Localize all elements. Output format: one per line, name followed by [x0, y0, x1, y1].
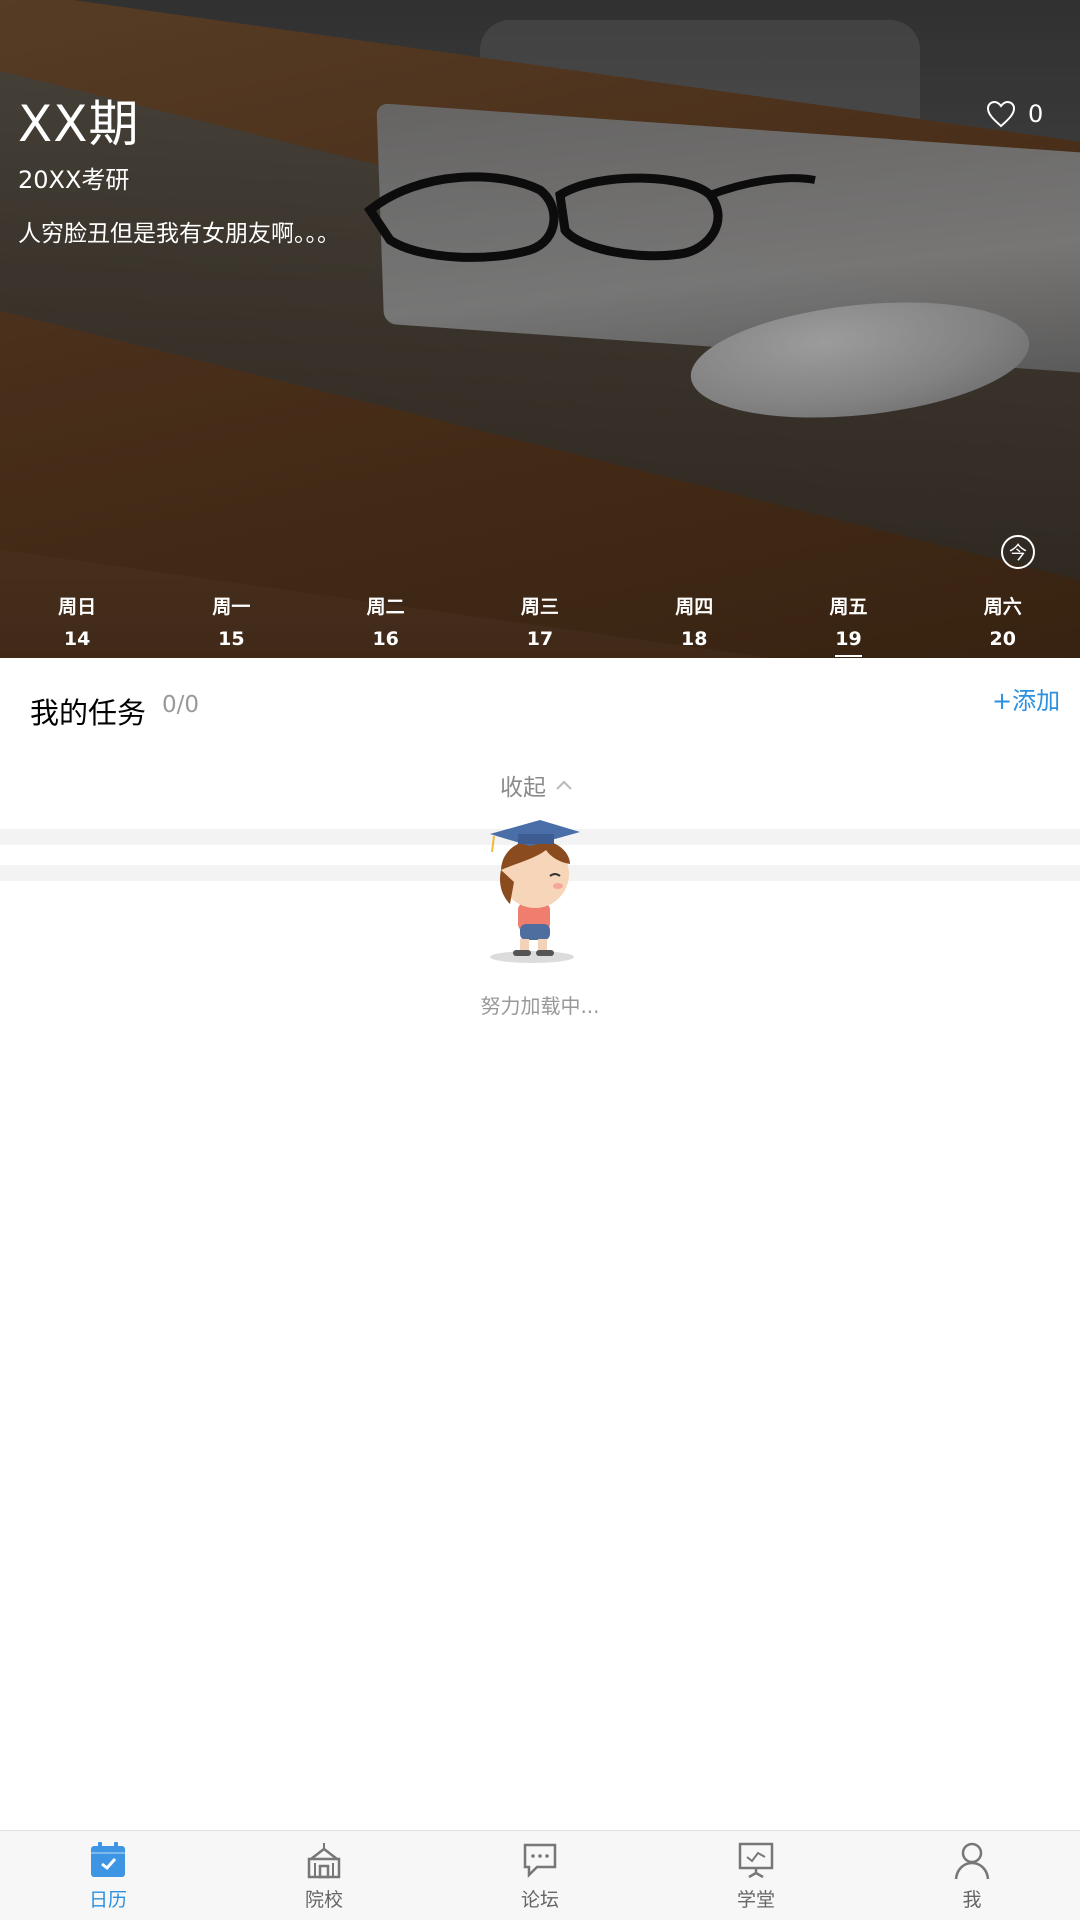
school-icon: [307, 1843, 341, 1879]
header-overlay: [0, 0, 1080, 658]
day-sat[interactable]: 周六 20: [926, 590, 1080, 658]
nav-school[interactable]: 院校: [216, 1831, 432, 1920]
day-tue[interactable]: 周二 16: [309, 590, 463, 658]
nav-calendar[interactable]: 日历: [0, 1831, 216, 1920]
motto-text: 人穷脸丑但是我有女朋友啊。。。: [18, 221, 340, 247]
heart-icon: [986, 100, 1016, 128]
collapse-button[interactable]: 收起: [500, 768, 574, 802]
course-title: XX期: [18, 95, 140, 153]
tasks-panel: 我的任务 0/0 +添加 收起: [0, 668, 1080, 828]
course-subtitle: 20XX考研: [18, 166, 130, 194]
today-button[interactable]: 今: [1001, 535, 1035, 569]
nav-school-label: 院校: [304, 1889, 343, 1911]
loading-text: 努力加载中...: [480, 994, 600, 1018]
day-wed[interactable]: 周三 17: [463, 590, 617, 658]
forum-icon: [523, 1843, 557, 1879]
chevron-up-icon: [556, 780, 572, 790]
day-mon[interactable]: 周一 15: [154, 590, 308, 658]
nav-calendar-label: 日历: [88, 1889, 127, 1911]
week-strip: 周日 14 周一 15 周二 16 周三 17 周四 18 周五 19 周六 2…: [0, 590, 1080, 658]
nav-profile[interactable]: 我: [864, 1831, 1080, 1920]
loading-mascot-icon: [490, 820, 580, 963]
tasks-title: 我的任务: [30, 696, 147, 730]
add-task-button[interactable]: +添加: [992, 681, 1060, 716]
nav-classroom-label: 学堂: [736, 1889, 775, 1911]
day-sun[interactable]: 周日 14: [0, 590, 154, 658]
nav-classroom[interactable]: 学堂: [648, 1831, 864, 1920]
collapse-label: 收起: [500, 775, 546, 801]
bottom-nav: 日历 院校 论坛 学堂 我: [0, 1830, 1080, 1920]
calendar-icon: [91, 1842, 125, 1877]
nav-forum-label: 论坛: [520, 1889, 559, 1911]
nav-profile-label: 我: [962, 1889, 982, 1911]
classroom-icon: [738, 1842, 774, 1879]
day-fri[interactable]: 周五 19: [771, 590, 925, 658]
profile-icon: [954, 1842, 990, 1880]
like-button[interactable]: 0: [986, 100, 1043, 128]
like-count: 0: [1028, 100, 1044, 128]
day-thu[interactable]: 周四 18: [617, 590, 771, 658]
nav-forum[interactable]: 论坛: [432, 1831, 648, 1920]
tasks-count: 0/0: [162, 692, 200, 718]
header-banner: XX期 20XX考研 人穷脸丑但是我有女朋友啊。。。 0 今 周日 14 周一 …: [0, 0, 1080, 658]
